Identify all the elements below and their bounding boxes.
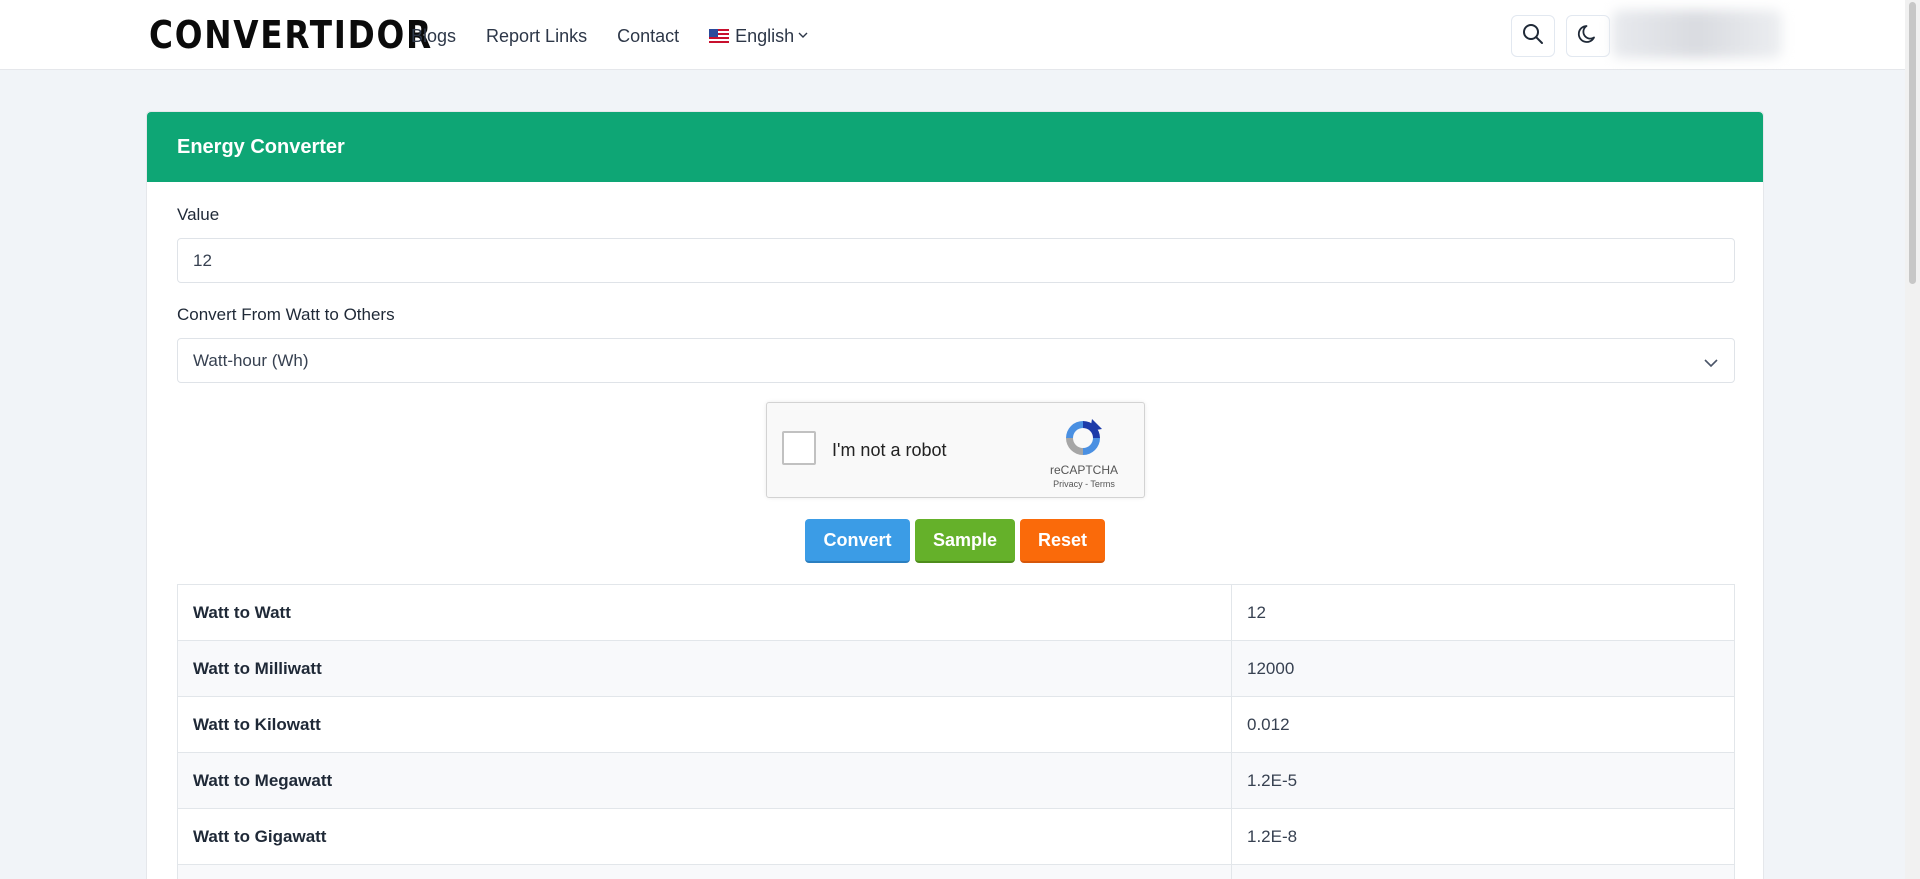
scrollbar-thumb[interactable] bbox=[1909, 2, 1916, 284]
result-value: 1.2E-8 bbox=[1231, 808, 1735, 865]
chevron-down-icon bbox=[798, 30, 808, 42]
nav-link-contact[interactable]: Contact bbox=[617, 24, 679, 48]
recaptcha-brand: reCAPTCHA bbox=[1049, 463, 1118, 477]
result-value: 1.2E-5 bbox=[1231, 752, 1735, 809]
search-button[interactable] bbox=[1511, 15, 1555, 57]
result-value: 0.012 bbox=[1231, 696, 1735, 753]
result-unit: Watt to Gigawatt bbox=[177, 808, 1232, 865]
convert-button[interactable]: Convert bbox=[805, 519, 910, 563]
nav-link-blogs[interactable]: Blogs bbox=[411, 24, 456, 48]
page-scrollbar[interactable] bbox=[1905, 0, 1920, 879]
results-table: Watt to Watt 12 Watt to Milliwatt 12000 … bbox=[177, 584, 1735, 879]
result-unit: Watt to Kilowatt bbox=[177, 696, 1232, 753]
chevron-down-icon bbox=[1704, 353, 1718, 373]
language-selector[interactable]: English bbox=[709, 26, 808, 47]
result-unit: Watt to Watt bbox=[177, 584, 1232, 641]
site-logo[interactable]: CONVERTIDOR bbox=[149, 14, 433, 56]
language-label: English bbox=[735, 25, 795, 46]
result-value: 12000 bbox=[1231, 640, 1735, 697]
us-flag-icon bbox=[709, 29, 730, 43]
card-title: Energy Converter bbox=[177, 135, 345, 158]
recaptcha-label: I'm not a robot bbox=[832, 440, 947, 460]
value-input[interactable]: 12 bbox=[177, 238, 1735, 283]
energy-converter-card: Energy Converter Value 12 Convert From W… bbox=[146, 111, 1764, 879]
recaptcha-logo-icon bbox=[1062, 417, 1104, 464]
theme-toggle-button[interactable] bbox=[1566, 15, 1610, 57]
blurred-account-area bbox=[1612, 10, 1782, 58]
main-nav: Blogs Report Links Contact English bbox=[411, 24, 808, 48]
value-label: Value bbox=[177, 205, 220, 224]
recaptcha-links[interactable]: Privacy - Terms bbox=[1029, 479, 1139, 489]
result-unit: Watt to Milliwatt bbox=[177, 640, 1232, 697]
table-row: Watt to Gigawatt 1.2E-8 bbox=[177, 808, 1735, 865]
recaptcha-widget: I'm not a robot reCAPTCHA Privacy - Term… bbox=[766, 402, 1145, 498]
search-icon bbox=[1522, 23, 1544, 50]
sample-button[interactable]: Sample bbox=[915, 519, 1015, 563]
recaptcha-checkbox[interactable] bbox=[782, 431, 816, 465]
unit-select-value: Watt-hour (Wh) bbox=[193, 350, 309, 370]
table-row bbox=[177, 864, 1735, 879]
result-value: 12 bbox=[1231, 584, 1735, 641]
moon-icon bbox=[1577, 23, 1599, 50]
unit-select[interactable]: Watt-hour (Wh) bbox=[177, 338, 1735, 383]
card-header: Energy Converter bbox=[147, 112, 1763, 182]
table-row: Watt to Watt 12 bbox=[177, 584, 1735, 641]
result-value bbox=[1231, 864, 1735, 879]
convert-from-label: Convert From Watt to Others bbox=[177, 305, 395, 324]
top-navbar: CONVERTIDOR Blogs Report Links Contact E… bbox=[0, 0, 1905, 70]
table-row: Watt to Megawatt 1.2E-5 bbox=[177, 752, 1735, 809]
result-unit: Watt to Megawatt bbox=[177, 752, 1232, 809]
reset-button[interactable]: Reset bbox=[1020, 519, 1105, 563]
table-row: Watt to Milliwatt 12000 bbox=[177, 640, 1735, 697]
result-unit bbox=[177, 864, 1232, 879]
table-row: Watt to Kilowatt 0.012 bbox=[177, 696, 1735, 753]
nav-link-report-links[interactable]: Report Links bbox=[486, 24, 587, 48]
